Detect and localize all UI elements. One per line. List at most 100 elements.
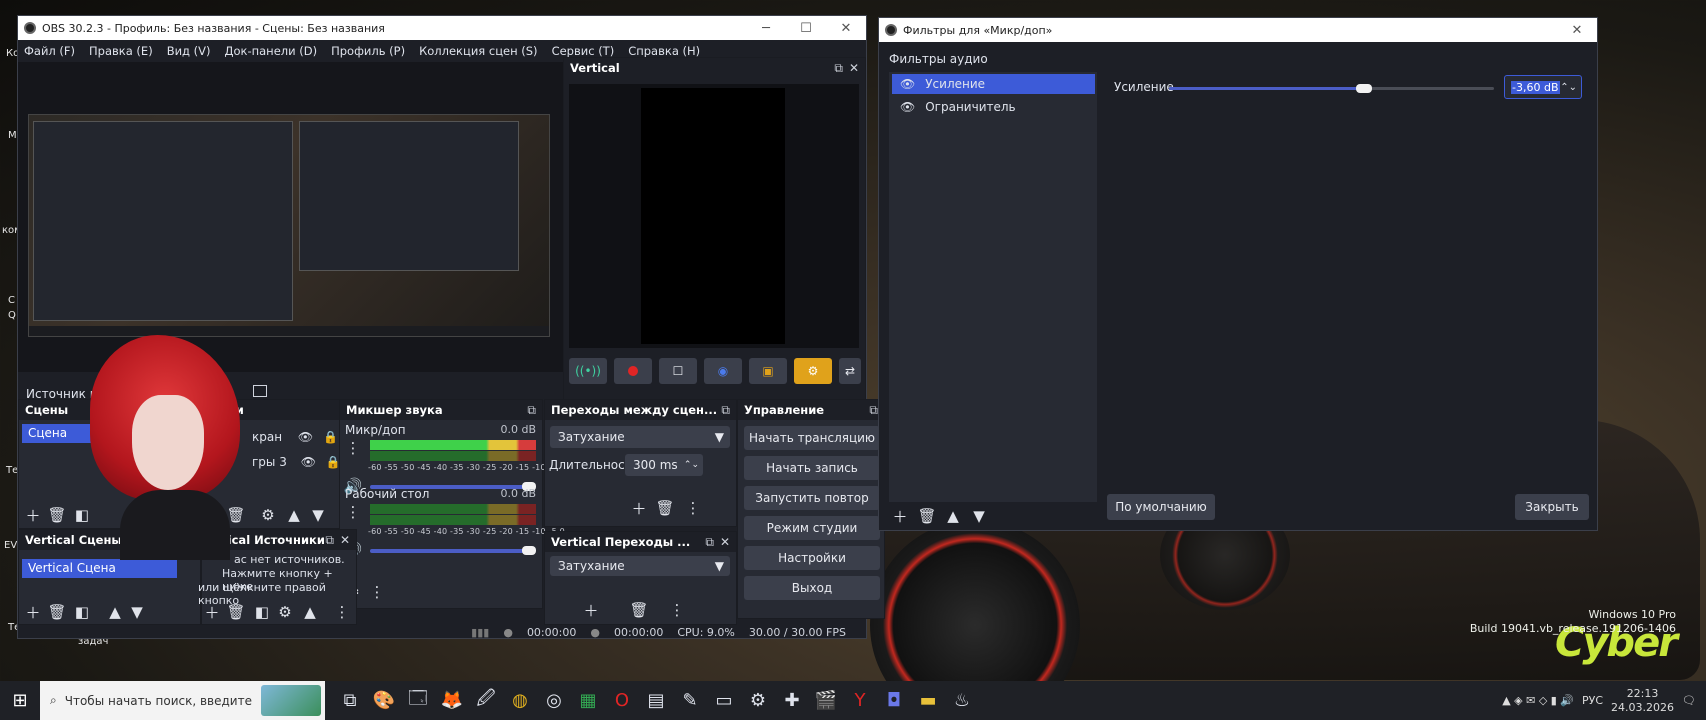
volume-knob[interactable] [522,546,536,555]
start-recording-button[interactable]: Начать запись [744,456,880,480]
obs-taskbar-icon[interactable]: ◎ [537,684,571,718]
remove-transition-icon[interactable]: 🗑 [629,600,649,620]
undock-icon[interactable]: ⧉ [834,61,843,76]
source-settings-icon[interactable]: ⚙ [275,602,295,622]
opera-icon[interactable]: O [605,684,639,718]
source-filters-icon[interactable]: ◧ [252,602,272,622]
undock-icon[interactable]: ⧉ [325,533,334,548]
vertical-settings-button[interactable]: ⚙ [794,358,832,384]
remove-filter-icon[interactable]: 🗑 [917,506,937,526]
chrome-icon[interactable]: ◍ [503,684,537,718]
maximize-icon[interactable]: ☐ [786,21,826,36]
tray-icons[interactable]: ▲ ◈ ✉ ◇ ▮ 🔊 [1502,694,1574,707]
add-transition-icon[interactable]: ＋ [629,498,649,518]
desktop-icon-label[interactable]: Q [8,310,16,321]
spin-icon[interactable]: ⌃⌄ [684,460,703,470]
move-down-icon[interactable]: ▼ [969,506,989,526]
gain-spinbox[interactable]: -3,60 dB ⌃⌄ [1504,75,1582,99]
eye-icon[interactable]: 👁 [900,77,915,91]
fox-app-icon[interactable]: 🦊 [435,684,469,718]
gain-slider[interactable] [1169,84,1494,93]
studio-mode-button[interactable]: Режим студии [744,516,880,540]
add-transition-icon[interactable]: ＋ [581,600,601,620]
folder-icon[interactable]: ▬ [911,684,945,718]
filter-item[interactable]: 👁 Ограничитель [892,97,1095,117]
steam-icon[interactable]: ♨ [945,684,979,718]
menu-scene-collection[interactable]: Коллекция сцен (S) [419,44,537,58]
close-button[interactable]: Закрыть [1515,494,1589,520]
desktop-icon-label[interactable]: М [8,130,17,141]
remove-scene-icon[interactable]: 🗑 [47,505,67,525]
transition-menu-icon[interactable]: ⋮ [683,498,703,518]
remove-source-icon[interactable]: 🗑 [226,602,246,622]
scene-filters-icon[interactable]: ◧ [72,505,92,525]
paint-icon[interactable]: 🎨 [367,684,401,718]
spin-arrows-icon[interactable]: ⌃⌄ [1560,82,1581,93]
source-props-icon[interactable] [253,385,267,397]
undock-icon[interactable]: ⧉ [721,403,730,418]
gain-slider-knob[interactable] [1356,84,1372,93]
transition-select[interactable]: Затухание ▼ [550,426,730,448]
eye-icon[interactable]: 👁 [301,455,316,469]
volume-slider[interactable] [370,549,534,553]
close-icon[interactable]: ✕ [720,535,730,550]
remove-scene-icon[interactable]: 🗑 [47,602,67,622]
menu-help[interactable]: Справка (H) [628,44,700,58]
lock-icon[interactable]: 🔒 [323,430,338,444]
taskbar-search[interactable]: ⌕ Чтобы начать поиск, введите [40,681,325,720]
menu-profile[interactable]: Профиль (P) [331,44,405,58]
menu-view[interactable]: Вид (V) [167,44,211,58]
notepad-icon[interactable]: ✎ [673,684,707,718]
remove-transition-icon[interactable]: 🗑 [655,498,675,518]
transition-menu-icon[interactable]: ⋮ [667,600,687,620]
add-filter-icon[interactable]: ＋ [890,506,910,526]
vertical-scene-item[interactable]: Vertical Сцена [22,559,177,578]
close-icon[interactable]: ✕ [826,21,866,36]
filter-item[interactable]: 👁 Усиление [892,74,1095,94]
eye-icon[interactable]: 👁 [298,430,313,444]
discord-icon[interactable]: ◘ [877,684,911,718]
menu-file[interactable]: Файл (F) [24,44,75,58]
calculator-icon[interactable]: ▤ [639,684,673,718]
clock[interactable]: 22:13 24.03.2026 [1611,687,1674,715]
settings-icon[interactable]: ⚙ [741,684,775,718]
close-icon[interactable]: ✕ [849,61,859,76]
vertical-record-button[interactable] [614,358,652,384]
move-down-icon[interactable]: ▼ [308,505,328,525]
move-up-icon[interactable]: ▲ [943,506,963,526]
desktop-icon-label[interactable]: EV [4,540,17,551]
eye-icon[interactable]: 👁 [900,100,915,114]
move-down-icon[interactable]: ▼ [127,602,147,622]
defaults-button[interactable]: По умолчанию [1107,494,1215,520]
desktop-icon-label[interactable]: С [8,295,15,306]
start-stream-button[interactable]: Начать трансляцию [744,426,880,450]
add-source-icon[interactable]: ＋ [202,602,222,622]
add-scene-icon[interactable]: ＋ [23,602,43,622]
language-indicator[interactable]: РУС [1582,694,1603,707]
undock-icon[interactable]: ⧉ [527,403,536,418]
app-icon[interactable]: 🖉 [469,684,503,718]
start-replay-button[interactable]: Запустить повтор [744,486,880,510]
source-settings-icon[interactable]: ⚙ [258,505,278,525]
vertical-stream-button[interactable]: ((•)) [569,358,607,384]
vertical-pause-button[interactable]: ☐ [659,358,697,384]
move-up-icon[interactable]: ▲ [284,505,304,525]
clapper-icon[interactable]: 🎬 [809,684,843,718]
sheets-icon[interactable]: ▦ [571,684,605,718]
minimize-icon[interactable]: ─ [746,21,786,36]
exit-button[interactable]: Выход [744,576,880,600]
vertical-replay-button[interactable]: ◉ [704,358,742,384]
scene-filters-icon[interactable]: ◧ [72,602,92,622]
close-icon[interactable]: ✕ [1557,23,1597,38]
vertical-link-button[interactable]: ⇄ [839,358,861,384]
undock-icon[interactable]: ⧉ [705,535,714,550]
window-icon[interactable]: ▭ [707,684,741,718]
move-up-icon[interactable]: ▲ [300,602,320,622]
game-app-icon[interactable]: ✚ [775,684,809,718]
add-scene-icon[interactable]: ＋ [23,505,43,525]
mixer-menu-icon[interactable]: ⋮ [367,582,387,602]
main-preview[interactable]: Источник не [18,62,563,401]
close-icon[interactable]: ✕ [340,533,350,548]
explorer-app-icon[interactable]: 🗔 [401,684,435,718]
vertical-transition-select[interactable]: Затухание ▼ [550,556,730,576]
